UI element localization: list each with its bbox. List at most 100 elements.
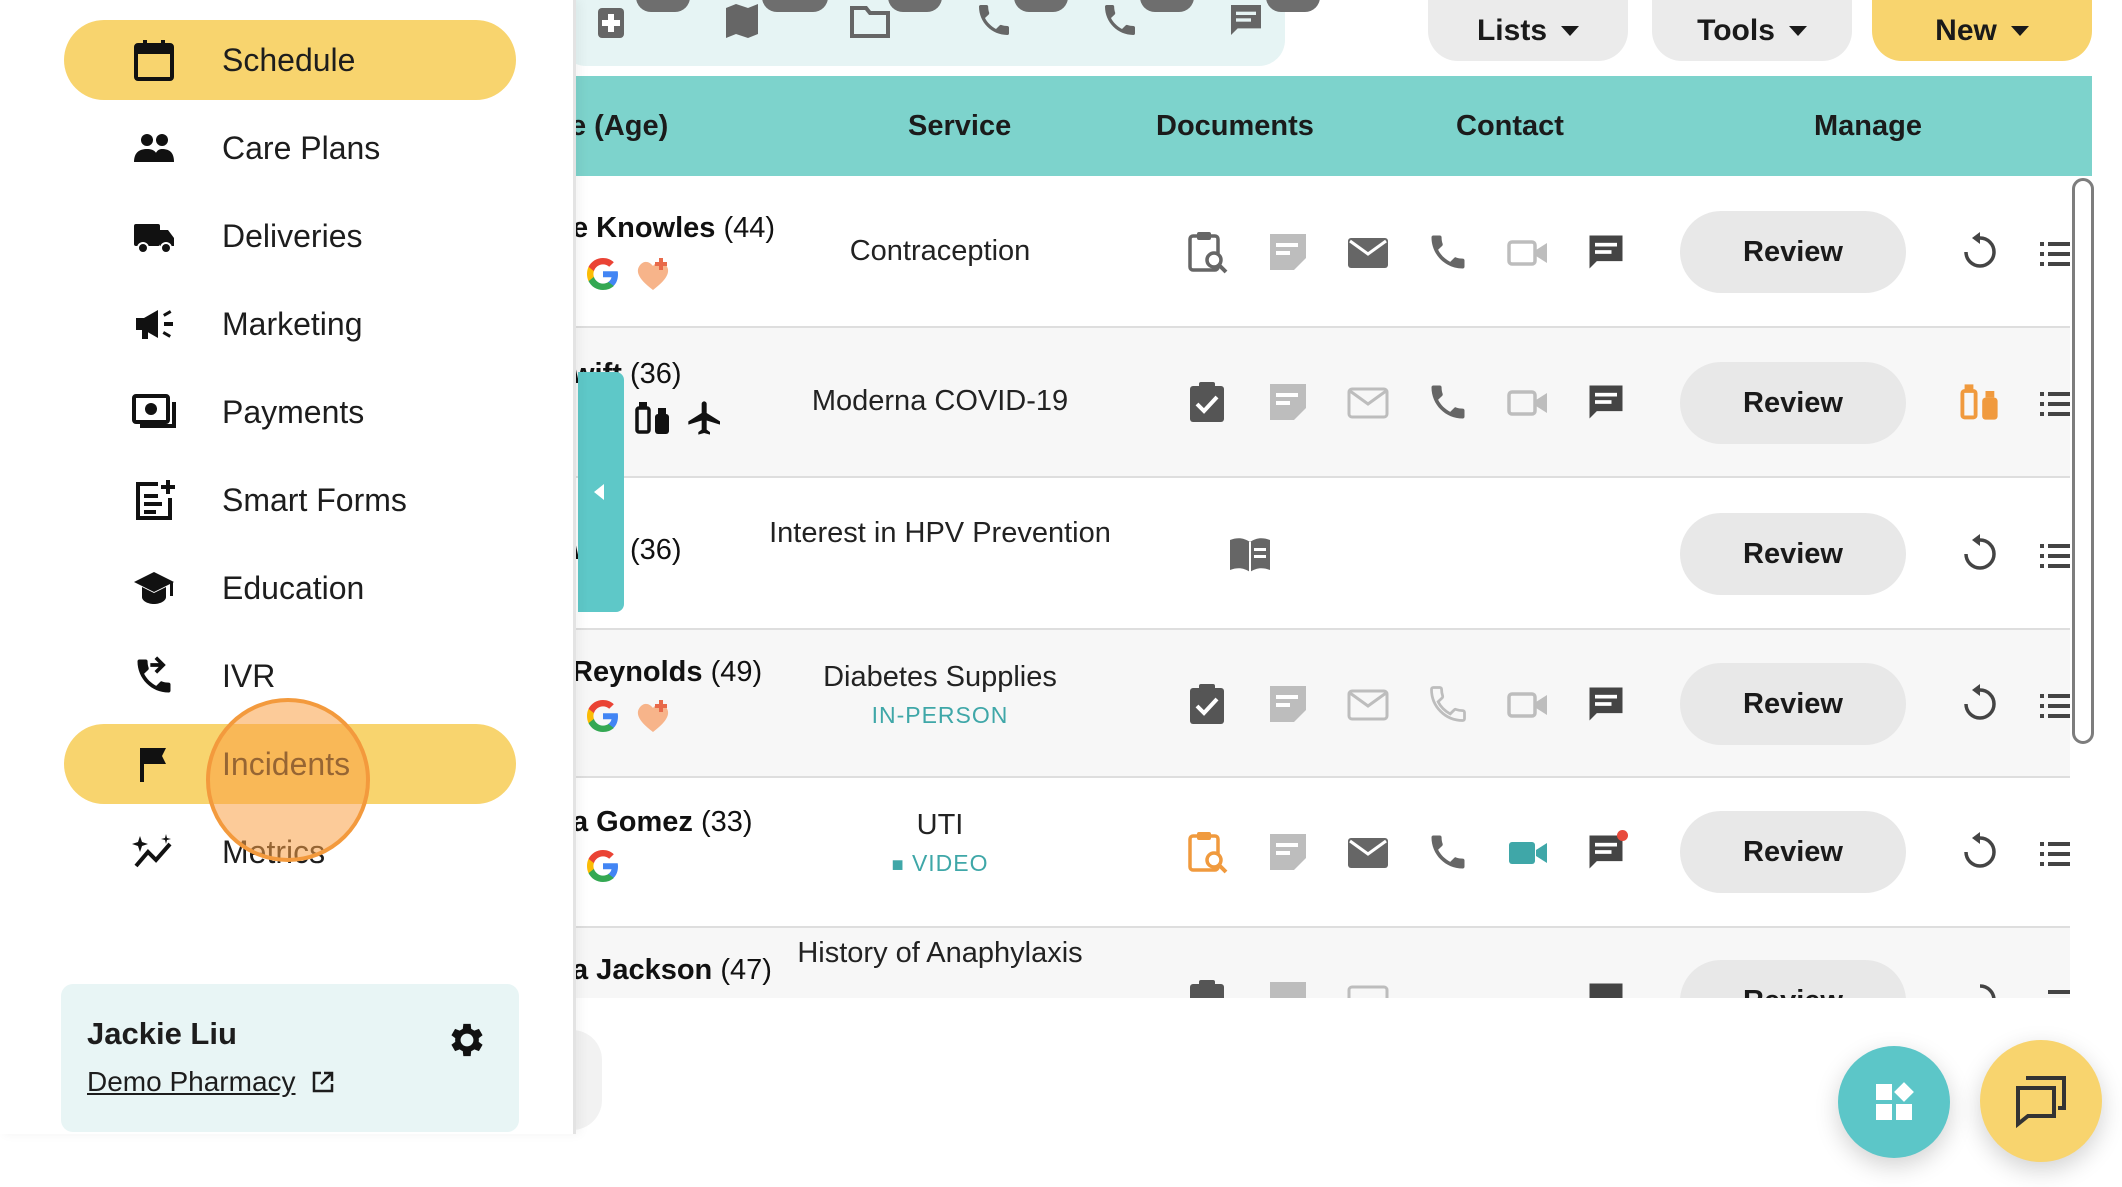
review-button[interactable]: Review (1680, 960, 1906, 998)
sidebar-item-smart-forms[interactable]: Smart Forms (64, 460, 516, 540)
column-header-service[interactable]: Service (908, 76, 1011, 176)
sidebar-collapse-tab[interactable] (578, 372, 624, 612)
sidebar-item-care-plans[interactable]: Care Plans (64, 108, 516, 188)
note-icon[interactable] (1266, 380, 1310, 424)
sidebar-item-education[interactable]: Education (64, 548, 516, 628)
vaccine-icon[interactable] (1958, 380, 2002, 424)
review-button[interactable]: Review (1680, 362, 1906, 444)
phone-icon (979, 5, 1009, 35)
clipboard-check-icon[interactable] (1186, 380, 1230, 424)
list-icon[interactable] (2036, 232, 2070, 276)
reset-icon[interactable] (1958, 532, 2002, 576)
patient-name[interactable]: a Gomez (33) (572, 806, 753, 839)
table-scrollbar[interactable] (2072, 178, 2094, 744)
sms-icon[interactable] (1584, 380, 1628, 424)
sidebar-item-metrics[interactable]: Metrics (64, 812, 516, 892)
list-icon[interactable] (2036, 382, 2070, 426)
tools-button[interactable]: Tools (1652, 0, 1852, 61)
note-icon[interactable] (1266, 682, 1310, 726)
note-icon[interactable] (1266, 978, 1310, 998)
review-button[interactable]: Review (1680, 811, 1906, 893)
service-cell: UTI ■ VIDEO (760, 804, 1120, 882)
reset-icon[interactable] (1958, 682, 2002, 726)
review-button[interactable]: Review (1680, 211, 1906, 293)
new-button[interactable]: New (1872, 0, 2092, 61)
sidebar-item-incidents[interactable]: Incidents (64, 724, 516, 804)
calls-filter[interactable] (974, 0, 1068, 46)
reset-icon[interactable] (1958, 830, 2002, 874)
book-open-icon[interactable] (1226, 532, 1274, 576)
email-icon[interactable] (1346, 682, 1390, 726)
pharmacy-link[interactable]: Demo Pharmacy (87, 1066, 336, 1098)
email-icon[interactable] (1346, 978, 1390, 998)
list-icon[interactable] (2036, 684, 2070, 728)
email-icon[interactable] (1346, 380, 1390, 424)
patient-name[interactable]: e Knowles (44) (572, 212, 775, 245)
note-icon[interactable] (1266, 830, 1310, 874)
sms-icon[interactable] (1584, 978, 1628, 998)
service-cell: Moderna COVID-19 (760, 380, 1120, 422)
sidebar-item-ivr[interactable]: IVR (64, 636, 516, 716)
reset-icon[interactable] (1958, 230, 2002, 274)
email-icon[interactable] (1346, 230, 1390, 274)
service-cell: Contraception (760, 230, 1120, 272)
table-row[interactable]: a Gomez (33) UTI ■ VIDEO Review (560, 778, 2070, 928)
clipboard-check-icon[interactable] (1186, 682, 1230, 726)
google-icon (587, 700, 618, 732)
sms-icon[interactable] (1584, 230, 1628, 274)
vaccine-icon (635, 402, 669, 434)
list-icon[interactable] (2036, 534, 2070, 578)
column-header-documents: Documents (1156, 110, 1314, 142)
new-patient-filter[interactable] (596, 0, 690, 46)
reset-icon[interactable] (1958, 978, 2002, 998)
video-icon[interactable] (1506, 230, 1550, 274)
list-icon[interactable] (2036, 832, 2070, 876)
list-icon[interactable] (2036, 980, 2070, 998)
service-mode: IN-PERSON (871, 702, 1009, 728)
column-header-name[interactable]: e (Age) (570, 76, 668, 176)
patient-badges (585, 848, 621, 884)
gear-icon[interactable] (445, 1018, 489, 1062)
table-row[interactable]: e Knowles (44) Contraception Review (560, 176, 2070, 328)
sms-unread-icon[interactable] (1584, 830, 1628, 874)
clipboard-check-icon[interactable] (1186, 978, 1230, 998)
people-icon (134, 134, 174, 162)
video-icon[interactable] (1506, 380, 1550, 424)
sidebar-item-payments[interactable]: Payments (64, 372, 516, 452)
truck-icon (134, 224, 174, 254)
phone-icon[interactable] (1426, 380, 1470, 424)
chat-fab[interactable] (1980, 1040, 2102, 1162)
clipboard-search-icon[interactable] (1186, 830, 1230, 874)
folder-filter[interactable] (848, 0, 942, 46)
sidebar-item-deliveries[interactable]: Deliveries (64, 196, 516, 276)
review-button[interactable]: Review (1680, 513, 1906, 595)
missed-calls-filter[interactable] (1100, 0, 1194, 46)
service-name: Diabetes Supplies (823, 661, 1057, 693)
phone-icon[interactable] (1426, 830, 1470, 874)
table-row[interactable]: wift (36) Interest in HPV Prevention Rev… (560, 478, 2070, 630)
user-name: Jackie Liu (87, 1016, 237, 1051)
sms-icon[interactable] (1584, 682, 1628, 726)
forms-filter[interactable] (1226, 0, 1320, 46)
table-row[interactable]: a Jackson (47) History of Anaphylaxis Re… (560, 928, 2070, 998)
folder-icon (850, 6, 890, 38)
video-icon[interactable] (1506, 830, 1550, 874)
sidebar-item-schedule[interactable]: Schedule (64, 20, 516, 100)
patient-name[interactable]: a Jackson (47) (572, 954, 772, 987)
phone-icon[interactable] (1426, 230, 1470, 274)
patient-name[interactable]: Reynolds (49) (572, 656, 762, 689)
sidebar-item-label: Marketing (222, 306, 363, 342)
sidebar-item-marketing[interactable]: Marketing (64, 284, 516, 364)
review-button[interactable]: Review (1680, 663, 1906, 745)
lists-button[interactable]: Lists (1428, 0, 1628, 61)
sidebar-item-label: Schedule (222, 42, 356, 78)
clipboard-search-icon[interactable] (1186, 230, 1230, 274)
email-icon[interactable] (1346, 830, 1390, 874)
video-icon[interactable] (1506, 682, 1550, 726)
table-row[interactable]: wift (36) Moderna COVID-19 Review (560, 328, 2070, 478)
phone-icon[interactable] (1426, 682, 1470, 726)
map-filter[interactable] (722, 0, 828, 46)
note-icon[interactable] (1266, 230, 1310, 274)
widgets-fab[interactable] (1838, 1046, 1950, 1158)
table-row[interactable]: Reynolds (49) Diabetes Supplies IN-PERSO… (560, 630, 2070, 778)
